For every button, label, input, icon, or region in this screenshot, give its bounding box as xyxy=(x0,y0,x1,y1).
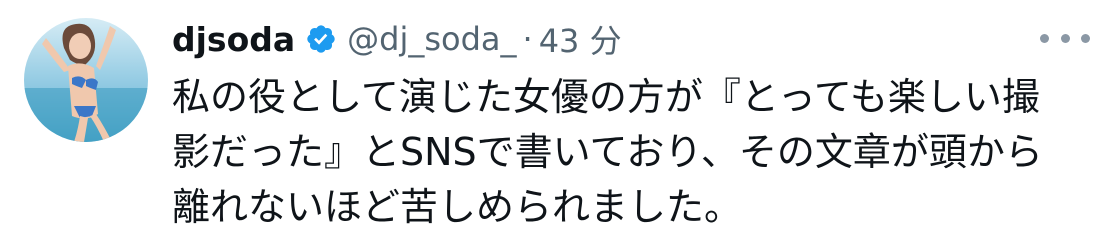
dot xyxy=(1040,33,1049,43)
dot xyxy=(1060,33,1070,43)
user-handle[interactable]: @dj_soda_ xyxy=(347,20,516,58)
tweet-text: 私の役として演じた女優の方が『とっても楽しい撮 影だった』とSNSで書いており、… xyxy=(172,70,1092,235)
tweet-header: djsoda @dj_soda_ · 43 分 xyxy=(172,16,622,62)
tweet-card[interactable]: djsoda @dj_soda_ · 43 分 私の役として演じた女優の方が『と… xyxy=(0,0,1118,243)
profile-avatar[interactable] xyxy=(24,18,148,142)
tweet-text-line: 離れないほど苦しめられました。 xyxy=(172,185,743,229)
separator-dot: · xyxy=(522,20,533,58)
timestamp[interactable]: 43 分 xyxy=(539,16,622,62)
verified-badge-icon xyxy=(305,23,337,55)
display-name[interactable]: djsoda xyxy=(172,20,295,59)
more-options-icon[interactable] xyxy=(1040,28,1090,48)
avatar-image xyxy=(24,18,148,142)
tweet-text-line: 影だった』とSNSで書いており、その文章が頭から xyxy=(172,130,1043,174)
dot xyxy=(1081,33,1090,43)
tweet-text-line: 私の役として演じた女優の方が『とっても楽しい撮 xyxy=(172,75,1040,119)
